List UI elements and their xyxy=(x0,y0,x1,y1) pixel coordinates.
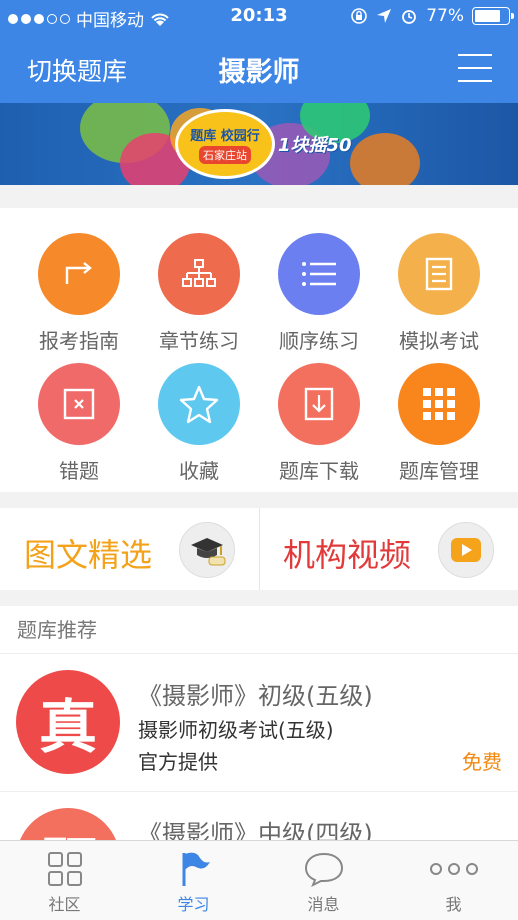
grid-item-chapter-practice[interactable]: 章节练习 xyxy=(139,233,259,363)
flag-icon xyxy=(182,852,210,886)
tab-label: 学习 xyxy=(177,895,210,914)
grid-item-bank-download[interactable]: 题库下载 xyxy=(259,363,379,493)
location-icon xyxy=(377,9,392,23)
nav-bar: 切换题库 摄影师 xyxy=(0,34,518,103)
grid-icon-circle xyxy=(398,363,480,445)
grid-icon-circle xyxy=(38,363,120,445)
grid-icon-circle xyxy=(398,233,480,315)
function-grid: 报考指南 章节练习 顺序练习 模拟考试 错题 收藏 题库下载 题库管理 xyxy=(0,208,518,492)
item-badge: 题 xyxy=(16,808,120,841)
list-icon xyxy=(302,262,336,286)
top-bar: 中国移动 20:13 77% 切换题库 摄影师 xyxy=(0,0,518,103)
item-subtitle: 摄影师初级考试(五级) xyxy=(138,718,334,742)
grid-item-mock-exam[interactable]: 模拟考试 xyxy=(379,233,499,363)
promo-banner[interactable]: 题库 校园行 石家庄站 1块摇50 xyxy=(0,103,518,185)
tab-messages[interactable]: 消息 xyxy=(259,841,388,920)
grid-item-favorites[interactable]: 收藏 xyxy=(139,363,259,493)
graduation-cap-icon xyxy=(179,522,235,578)
chat-bubble-icon xyxy=(304,852,343,887)
banner-title: 题库 校园行 xyxy=(190,128,260,144)
grid-item-wrong-questions[interactable]: 错题 xyxy=(19,363,139,493)
recommend-section: 题库推荐 真 《摄影师》初级(五级) 摄影师初级考试(五级) 官方提供 免费 题… xyxy=(0,606,518,841)
feature-label: 图文精选 xyxy=(24,536,153,574)
grid-item-exam-guide[interactable]: 报考指南 xyxy=(19,233,139,363)
wrong-box-icon xyxy=(63,388,95,420)
grid-icon xyxy=(423,388,455,420)
grid-icon-circle xyxy=(158,363,240,445)
grid-item-label: 收藏 xyxy=(179,459,219,483)
hierarchy-icon xyxy=(182,259,216,287)
grid-item-sequential-practice[interactable]: 顺序练习 xyxy=(259,233,379,363)
alarm-icon xyxy=(402,10,417,24)
grid-item-label: 题库管理 xyxy=(399,459,479,483)
hamburger-menu-icon[interactable] xyxy=(458,54,492,82)
grid-item-label: 章节练习 xyxy=(159,329,239,353)
document-icon xyxy=(425,257,453,291)
tab-bar: 社区 学习 消息 我 xyxy=(0,840,518,920)
section-title: 题库推荐 xyxy=(0,606,518,654)
item-badge: 真 xyxy=(16,670,120,774)
grid-item-label: 题库下载 xyxy=(279,459,359,483)
item-title: 《摄影师》中级(四级) xyxy=(138,820,373,841)
grid-icon-circle xyxy=(38,233,120,315)
banner-slogan: 1块摇50 xyxy=(278,135,352,156)
list-item[interactable]: 真 《摄影师》初级(五级) 摄影师初级考试(五级) 官方提供 免费 xyxy=(0,654,518,792)
feature-strip: 图文精选 机构视频 xyxy=(0,508,518,590)
arrow-turn-icon xyxy=(65,262,92,284)
grid-icon-circle xyxy=(278,233,360,315)
grid-item-label: 报考指南 xyxy=(39,329,119,353)
tab-label: 社区 xyxy=(48,895,81,914)
tab-me[interactable]: 我 xyxy=(389,841,518,920)
grid-item-bank-management[interactable]: 题库管理 xyxy=(379,363,499,493)
tab-community[interactable]: 社区 xyxy=(0,841,129,920)
page-title: 摄影师 xyxy=(218,57,300,88)
rotation-lock-icon xyxy=(351,8,368,24)
banner-badge: 题库 校园行 石家庄站 xyxy=(175,109,275,179)
feature-picks[interactable]: 图文精选 xyxy=(0,508,259,590)
battery-percent: 77% xyxy=(426,6,464,26)
grid-icon-circle xyxy=(158,233,240,315)
item-title: 《摄影师》初级(五级) xyxy=(138,682,373,710)
item-provider: 官方提供 xyxy=(138,750,218,774)
video-play-icon xyxy=(438,522,494,578)
status-bar: 中国移动 20:13 77% xyxy=(0,0,518,34)
status-right: 77% xyxy=(350,6,514,26)
grid-item-label: 错题 xyxy=(59,459,99,483)
item-price: 免费 xyxy=(462,750,502,774)
star-icon xyxy=(179,385,219,424)
tab-label: 消息 xyxy=(307,895,340,914)
grid-item-label: 顺序练习 xyxy=(279,329,359,353)
grid-four-icon xyxy=(47,852,82,886)
battery-icon xyxy=(472,7,514,25)
tab-label: 我 xyxy=(445,895,462,914)
download-icon xyxy=(304,387,334,421)
banner-subtitle: 石家庄站 xyxy=(199,145,251,164)
grid-icon-circle xyxy=(278,363,360,445)
grid-item-label: 模拟考试 xyxy=(399,329,479,353)
feature-videos[interactable]: 机构视频 xyxy=(259,508,518,590)
more-dots-icon xyxy=(429,863,478,875)
tab-study[interactable]: 学习 xyxy=(129,841,258,920)
feature-label: 机构视频 xyxy=(283,536,412,574)
list-item[interactable]: 题 《摄影师》中级(四级) xyxy=(0,792,518,841)
